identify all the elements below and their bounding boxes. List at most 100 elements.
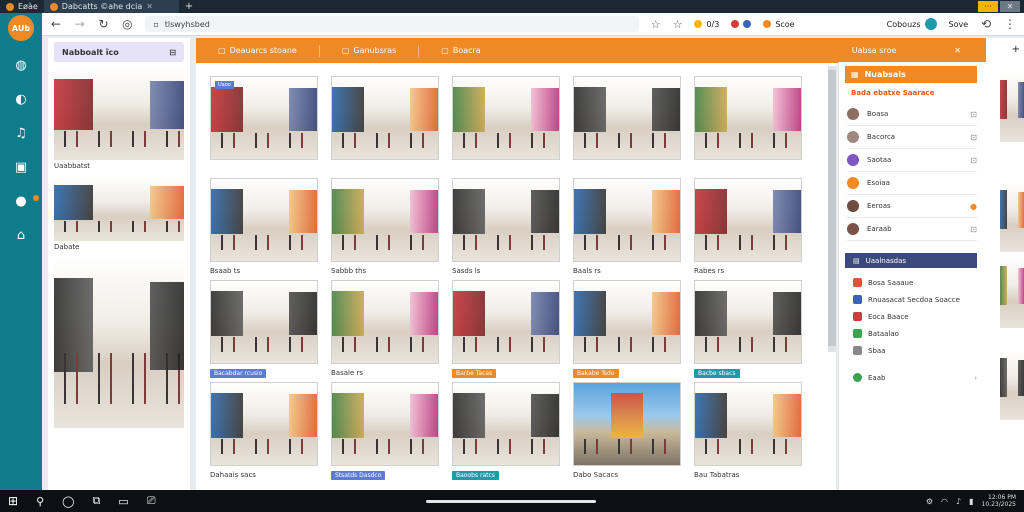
panel-footer-link[interactable]: Eaab › [853, 369, 977, 386]
close-panel-button[interactable]: ✕ [954, 46, 961, 55]
category-item[interactable]: Bataalao [853, 325, 977, 342]
store-action-icon[interactable]: ● [970, 202, 977, 211]
mall-photo-thumbnail[interactable] [573, 178, 681, 262]
mall-photo-thumbnail[interactable] [331, 178, 439, 262]
left-thumbnail[interactable] [54, 177, 184, 241]
window-close-button[interactable]: ✕ [1000, 1, 1020, 12]
mall-photo-thumbnail[interactable] [452, 280, 560, 364]
mall-photo-thumbnail[interactable] [452, 178, 560, 262]
store-list-item[interactable]: Eeroas ● [847, 195, 977, 218]
reload-icon[interactable]: ↻ [98, 17, 110, 31]
menu-dots-icon[interactable]: ⋮ [1004, 17, 1016, 31]
right-panel-header[interactable]: ▦ Nuabsals [845, 66, 977, 83]
chat-icon[interactable]: ● [11, 191, 39, 211]
globe-icon[interactable]: ◍ [11, 55, 31, 75]
mall-photo-thumbnail[interactable] [694, 178, 802, 262]
tab-stores[interactable]: ▢ Deauarcs stoane [218, 46, 297, 55]
battery-icon[interactable]: ▮ [969, 497, 973, 506]
grid-card[interactable]: Bacbe sbacs [694, 280, 802, 382]
grid-card[interactable]: Sabbb ths [331, 178, 439, 280]
grid-card[interactable]: Barbe Tacas [452, 280, 560, 382]
store-list-item[interactable]: Boasa ⊡ [847, 103, 977, 126]
tab-gallery[interactable]: ▢ Ganubsras [342, 46, 396, 55]
back-arrow-icon[interactable]: ← [50, 17, 62, 31]
windows-start-icon[interactable]: ⊞ [8, 494, 18, 508]
grid-card[interactable] [573, 76, 681, 178]
category-item[interactable]: Eoca Baace [853, 308, 977, 325]
window-menu-button[interactable]: ··· [978, 1, 998, 12]
grid-card[interactable]: Baoobs ratcs [452, 382, 560, 484]
mall-photo-thumbnail[interactable] [573, 280, 681, 364]
mall-photo-thumbnail[interactable] [694, 280, 802, 364]
store-action-icon[interactable]: ⊡ [970, 156, 977, 165]
mall-photo-thumbnail[interactable] [573, 382, 681, 466]
left-thumbnail-large[interactable] [54, 258, 184, 428]
store-list-item[interactable]: Earaab ⊡ [847, 218, 977, 241]
wifi-icon[interactable]: ◠ [941, 497, 948, 506]
grid-card[interactable]: Bakabe Tsde [573, 280, 681, 382]
mall-photo-thumbnail[interactable] [331, 382, 439, 466]
task-view-icon[interactable]: ⧉ [92, 494, 100, 508]
monitor-icon[interactable]: ⎚ [147, 494, 156, 508]
grid-card[interactable]: Sasds ls [452, 178, 560, 280]
mall-photo-thumbnail[interactable] [331, 280, 439, 364]
close-tab-icon[interactable]: ✕ [146, 2, 153, 11]
category-item[interactable]: Bosa Saaaue [853, 274, 977, 291]
bookmarks-icon[interactable]: ☆ [673, 18, 683, 31]
grid-card[interactable]: Uaoo [210, 76, 318, 178]
grid-card[interactable]: Basale rs [331, 280, 439, 382]
grid-card[interactable] [331, 76, 439, 178]
plus-icon[interactable]: + [1012, 44, 1020, 55]
mall-photo-thumbnail[interactable] [452, 76, 560, 160]
history-icon[interactable]: ⟲ [980, 17, 992, 31]
store-action-icon[interactable]: ⊡ [970, 110, 977, 119]
extension-second[interactable] [731, 20, 752, 28]
grid-card[interactable]: Dabo Sacacs [573, 382, 681, 484]
grid-scrollbar[interactable] [828, 66, 836, 352]
grid-card[interactable]: Bau Tabatras [694, 382, 802, 484]
tab-browse[interactable]: ▢ Boacra [441, 46, 480, 55]
mall-photo-thumbnail[interactable] [210, 280, 318, 364]
mall-photo-thumbnail[interactable] [573, 76, 681, 160]
folder-icon[interactable]: ⊟ [169, 48, 176, 57]
mall-photo-thumbnail[interactable] [331, 76, 439, 160]
store-list-item[interactable]: Saotaa ⊡ [847, 149, 977, 172]
grid-card[interactable]: Stsatds Dasdco [331, 382, 439, 484]
messages-icon[interactable]: ◐ [11, 89, 31, 109]
left-thumbnail[interactable] [54, 68, 184, 160]
store-action-icon[interactable]: ⊡ [970, 133, 977, 142]
bookmark-star-icon[interactable]: ☆ [651, 18, 661, 31]
mall-photo-thumbnail[interactable] [210, 178, 318, 262]
store-list-item[interactable]: Esoiaa [847, 172, 977, 195]
store-list-item[interactable]: Bacorca ⊡ [847, 126, 977, 149]
address-input[interactable]: ▫ tlswyhsbed [145, 16, 639, 32]
grid-card[interactable]: Bacabdar rcusio [210, 280, 318, 382]
window-icon[interactable]: ▭ [118, 495, 128, 508]
clock[interactable]: 12:06 PM 10.23/2025 [982, 494, 1016, 508]
scrollbar-thumb[interactable] [828, 70, 836, 346]
left-panel-header[interactable]: Nabboalt ȉco ⊟ [54, 42, 184, 62]
category-item[interactable]: Rnuasacat Secdoa Soacce [853, 291, 977, 308]
category-item[interactable]: Sbaa [853, 342, 977, 359]
browser-tab-active[interactable]: Dabcatts ©ahe dcia ✕ [43, 0, 179, 13]
category-header[interactable]: ▤ Uaalnasdas [845, 253, 977, 268]
extension-counter[interactable]: 0/3 [694, 20, 719, 29]
new-tab-button[interactable]: + [179, 1, 199, 12]
music-icon[interactable]: ♫ [11, 123, 31, 143]
board-icon[interactable]: ▣ [11, 157, 31, 177]
profile-button[interactable]: Cobouzs [887, 18, 937, 30]
home-icon[interactable]: ⌂ [11, 225, 31, 245]
grid-card[interactable]: Rabes rs [694, 178, 802, 280]
mall-photo-thumbnail[interactable] [210, 382, 318, 466]
profile-action-button[interactable]: Sove [949, 20, 969, 29]
store-action-icon[interactable]: ⊡ [970, 225, 977, 234]
grid-card[interactable]: Bsaab ts [210, 178, 318, 280]
browser-tab-first[interactable]: Eøàe [0, 0, 44, 13]
mall-photo-thumbnail[interactable] [694, 76, 802, 160]
grid-card[interactable]: Dahaais sacs [210, 382, 318, 484]
mall-photo-thumbnail[interactable] [694, 382, 802, 466]
volume-icon[interactable]: ♪ [956, 497, 961, 506]
site-info-icon[interactable]: ◎ [121, 17, 133, 31]
forward-arrow-icon[interactable]: → [74, 17, 86, 31]
grid-card[interactable] [452, 76, 560, 178]
